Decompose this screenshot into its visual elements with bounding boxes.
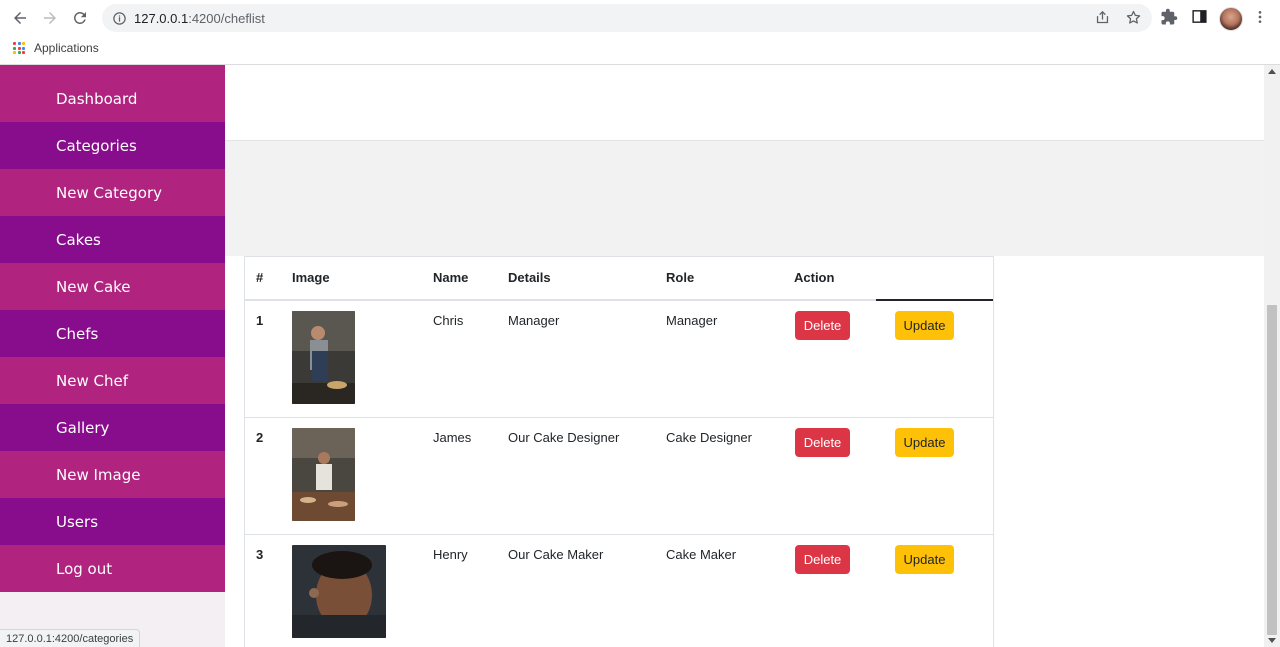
extensions-icon[interactable] [1160,8,1178,26]
delete-button[interactable]: Delete [795,545,850,574]
bookmark-applications[interactable]: Applications [13,41,99,55]
chef-name: Henry [433,547,468,562]
sidebar-item-categories[interactable]: Categories [0,122,225,169]
chef-table: # Image Name Details Role Action 1 Chris… [244,256,994,647]
back-arrow-icon [14,12,26,24]
row-number: 3 [256,547,264,562]
chef-name: James [433,430,472,445]
side-panel-icon[interactable] [1191,8,1208,25]
status-bar-url: 127.0.0.1:4200/categories [0,629,141,647]
chef-role: Cake Designer [666,430,752,445]
scroll-up-arrow-icon[interactable] [1268,69,1276,74]
header-number: # [256,270,264,285]
sidebar-item-new-image[interactable]: New Image [0,451,225,498]
sidebar-item-label: Cakes [56,230,101,249]
sidebar-item-dashboard[interactable]: Dashboard [0,65,225,122]
sidebar-item-new-category[interactable]: New Category [0,169,225,216]
chef-name: Chris [433,313,464,328]
chef-photo [292,311,355,404]
info-icon[interactable] [111,10,127,26]
chef-photo [292,428,355,521]
header-details: Details [508,270,551,285]
sidebar-item-label: New Cake [56,277,131,296]
forward-button[interactable] [37,6,63,30]
sidebar-item-label: Users [56,512,99,531]
profile-avatar[interactable] [1219,7,1243,31]
reload-icon [73,11,86,24]
sidebar-item-new-cake[interactable]: New Cake [0,263,225,310]
chef-role: Cake Maker [666,547,737,562]
update-button[interactable]: Update [895,428,954,457]
sidebar-item-label: New Chef [56,371,128,390]
update-button[interactable]: Update [895,545,954,574]
table-header: # Image Name Details Role Action [245,257,993,301]
bookmarks-bar: Applications [0,36,1280,65]
delete-button[interactable]: Delete [795,311,850,340]
sidebar-item-label: Log out [56,559,113,578]
star-icon[interactable] [1125,9,1142,26]
sidebar-item-cakes[interactable]: Cakes [0,216,225,263]
browser-toolbar: 127.0.0.1:4200/cheflist [0,0,1280,36]
chef-details: Manager [508,313,560,328]
bookmark-label: Applications [34,41,99,55]
sidebar-item-chefs[interactable]: Chefs [0,310,225,357]
url-text: 127.0.0.1:4200/cheflist [134,10,265,26]
scroll-down-arrow-icon[interactable] [1268,638,1276,643]
forward-arrow-icon [44,12,56,24]
chef-role: Manager [666,313,718,328]
sidebar: Dashboard Categories New Category Cakes … [0,65,225,647]
sidebar-item-label: New Category [56,183,163,202]
header-name: Name [433,270,469,285]
page-banner [225,141,1264,256]
scroll-thumb[interactable] [1267,305,1277,635]
sidebar-item-log-out[interactable]: Log out [0,545,225,592]
share-icon[interactable] [1094,9,1111,26]
row-number: 2 [256,430,264,445]
menu-kebab-icon[interactable] [1252,8,1268,26]
sidebar-item-label: Dashboard [56,89,138,108]
top-header [225,65,1264,141]
reload-button[interactable] [67,6,93,30]
update-button[interactable]: Update [895,311,954,340]
table-row: 3 Henry Our Cake Maker Cake Maker Delete… [245,534,993,647]
main-content: # Image Name Details Role Action 1 Chris… [225,256,1264,647]
sidebar-item-label: Chefs [56,324,99,343]
chef-details: Our Cake Designer [508,430,620,445]
address-bar[interactable]: 127.0.0.1:4200/cheflist [102,4,1152,32]
sidebar-item-label: Categories [56,136,137,155]
header-image: Image [292,270,330,285]
sidebar-item-new-chef[interactable]: New Chef [0,357,225,404]
apps-grid-icon [13,42,25,54]
table-row: 1 Chris Manager Manager Delete Update [245,300,993,418]
back-button[interactable] [7,6,33,30]
chef-photo [292,545,386,638]
page-viewport: Dashboard Categories New Category Cakes … [0,65,1264,647]
chef-details: Our Cake Maker [508,547,604,562]
vertical-scrollbar[interactable] [1264,65,1280,647]
sidebar-item-gallery[interactable]: Gallery [0,404,225,451]
sidebar-item-label: New Image [56,465,141,484]
delete-button[interactable]: Delete [795,428,850,457]
header-role: Role [666,270,695,285]
table-row: 2 James Our Cake Designer Cake Designer [245,417,993,535]
sidebar-item-label: Gallery [56,418,110,437]
row-number: 1 [256,313,264,328]
header-action: Action [794,270,835,285]
sidebar-item-users[interactable]: Users [0,498,225,545]
